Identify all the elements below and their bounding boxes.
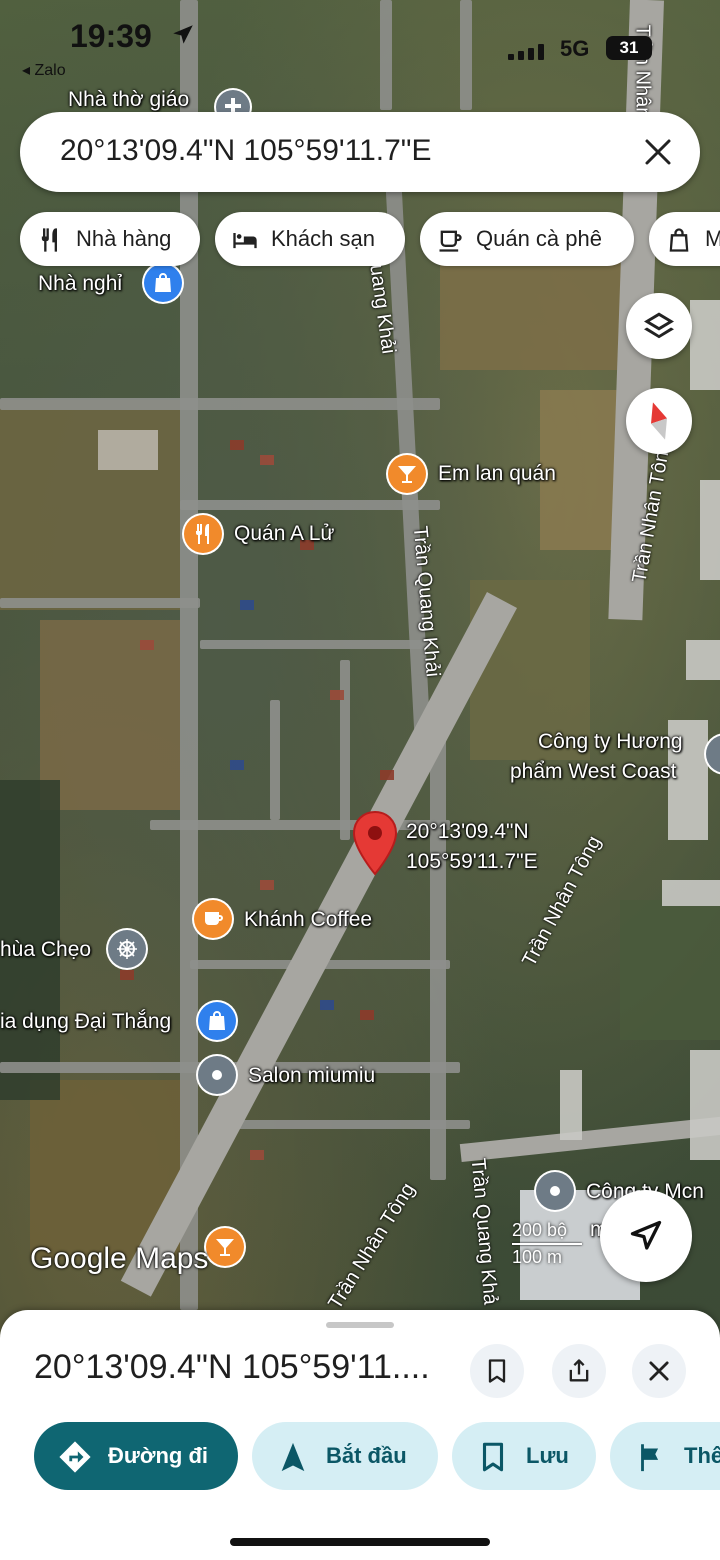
location-dot-icon xyxy=(550,1186,560,1196)
save-button[interactable]: Lưu xyxy=(452,1422,596,1490)
location-arrow-icon xyxy=(173,25,193,44)
place-label-quan-a-lu[interactable]: Quán A Lử xyxy=(234,522,334,546)
place-label-khanh-coffee[interactable]: Khánh Coffee xyxy=(244,908,372,932)
flag-icon xyxy=(641,1444,659,1472)
place-label-cong-ty-huong[interactable]: Công ty Hương xyxy=(538,730,683,754)
battery-icon: 31 xyxy=(606,36,652,60)
place-bottom-sheet[interactable]: 20°13'09.4"N 105°59'11.... Đường đi Bắt … xyxy=(0,1310,720,1560)
pin-coord-lat: 20°13'09.4"N xyxy=(406,820,529,843)
location-dot-icon xyxy=(212,1070,222,1080)
bookmark-icon xyxy=(482,1442,504,1472)
shopping-bag-icon xyxy=(155,273,171,292)
scale-label-imperial: 200 bộ xyxy=(512,1220,568,1240)
temple-pin[interactable] xyxy=(108,930,146,968)
compass-icon xyxy=(651,402,667,440)
layers-button[interactable] xyxy=(626,293,692,359)
chip-label: Khách sạn xyxy=(271,226,375,251)
start-label: Bắt đầu xyxy=(326,1443,407,1468)
restaurant-pin[interactable] xyxy=(184,515,222,553)
add-label-button[interactable]: Thê xyxy=(610,1422,720,1490)
signal-icon xyxy=(508,44,548,60)
dropped-pin-icon[interactable] xyxy=(352,810,398,876)
layers-icon xyxy=(644,312,674,339)
place-label-guesthouse[interactable]: Nhà nghỉ xyxy=(38,272,122,296)
directions-icon xyxy=(59,1441,91,1473)
place-label-gia-dung[interactable]: ia dụng Đại Thắng xyxy=(0,1010,171,1034)
chip-restaurants[interactable]: Nhà hàng xyxy=(20,212,200,266)
save-icon-button[interactable] xyxy=(470,1344,524,1398)
chip-label: Nhà hàng xyxy=(76,226,172,251)
search-query[interactable]: 20°13'09.4"N 105°59'11.7"E xyxy=(60,134,431,168)
coffee-cup-icon xyxy=(439,230,462,252)
chip-hotels[interactable]: Khách sạn xyxy=(215,212,405,266)
shopping-bag-icon xyxy=(669,228,689,252)
directions-button[interactable]: Đường đi xyxy=(34,1422,238,1490)
network-type: 5G xyxy=(560,36,590,61)
navigation-arrow-icon xyxy=(630,1220,662,1250)
place-label-salon[interactable]: Salon miumiu xyxy=(248,1064,375,1088)
cafe-pin[interactable] xyxy=(194,900,232,938)
google-maps-logo: Google Maps xyxy=(30,1242,209,1275)
fork-knife-icon xyxy=(196,524,209,544)
scale-label-metric: 100 m xyxy=(512,1247,563,1267)
bar-pin[interactable] xyxy=(388,455,426,493)
navigation-arrow-icon xyxy=(281,1442,305,1472)
close-icon xyxy=(649,1361,669,1381)
fork-knife-icon xyxy=(41,228,57,252)
chip-label: M xyxy=(705,226,720,251)
start-button[interactable]: Bắt đầu xyxy=(252,1422,438,1490)
chip-label: Quán cà phê xyxy=(476,226,602,251)
category-chips: Nhà hàng Khách sạn Quán cà phê M xyxy=(20,212,720,268)
place-label-church[interactable]: Nhà thờ giáo xyxy=(68,88,189,112)
share-button[interactable] xyxy=(552,1344,606,1398)
back-to-app-link[interactable]: ◂ Zalo xyxy=(22,60,66,80)
pin-coord-lng: 105°59'11.7"E xyxy=(406,850,538,873)
chip-shopping[interactable]: M xyxy=(649,212,720,266)
compass-button[interactable] xyxy=(626,388,692,454)
search-bar[interactable]: 20°13'09.4"N 105°59'11.7"E xyxy=(20,112,700,192)
salon-pin[interactable] xyxy=(198,1056,236,1094)
status-bar: 19:39 ◂ Zalo 5G 31 xyxy=(0,0,720,80)
chip-cafes[interactable]: Quán cà phê xyxy=(420,212,634,266)
bed-icon xyxy=(233,233,257,249)
place-label-chua-cheo[interactable]: hùa Chẹo xyxy=(0,938,91,962)
place-title: 20°13'09.4"N 105°59'11.... xyxy=(34,1348,430,1386)
save-label: Lưu xyxy=(526,1443,569,1468)
home-indicator[interactable] xyxy=(230,1538,490,1546)
bar-pin-2[interactable] xyxy=(206,1228,244,1266)
dharma-wheel-icon xyxy=(117,939,137,959)
close-icon[interactable] xyxy=(638,132,678,172)
close-sheet-button[interactable] xyxy=(632,1344,686,1398)
cocktail-icon xyxy=(216,1239,234,1256)
sheet-grabber[interactable] xyxy=(326,1322,394,1328)
guesthouse-pin[interactable] xyxy=(144,264,182,302)
shopping-bag-icon xyxy=(209,1011,225,1030)
company-mcn-pin[interactable] xyxy=(536,1172,574,1210)
bookmark-icon xyxy=(488,1359,506,1383)
add-label-label: Thê xyxy=(684,1443,720,1468)
place-label-em-lan[interactable]: Em lan quán xyxy=(438,462,556,486)
map-scale: 200 bộ 100 m xyxy=(512,1220,582,1268)
status-time: 19:39 xyxy=(70,18,152,54)
directions-label: Đường đi xyxy=(108,1443,208,1468)
share-icon xyxy=(569,1359,589,1382)
shop-pin[interactable] xyxy=(198,1002,236,1040)
my-location-button[interactable] xyxy=(600,1190,692,1282)
coffee-cup-icon xyxy=(205,912,223,925)
cocktail-icon xyxy=(398,466,416,483)
place-label-west-coast[interactable]: phẩm West Coast xyxy=(510,760,677,784)
